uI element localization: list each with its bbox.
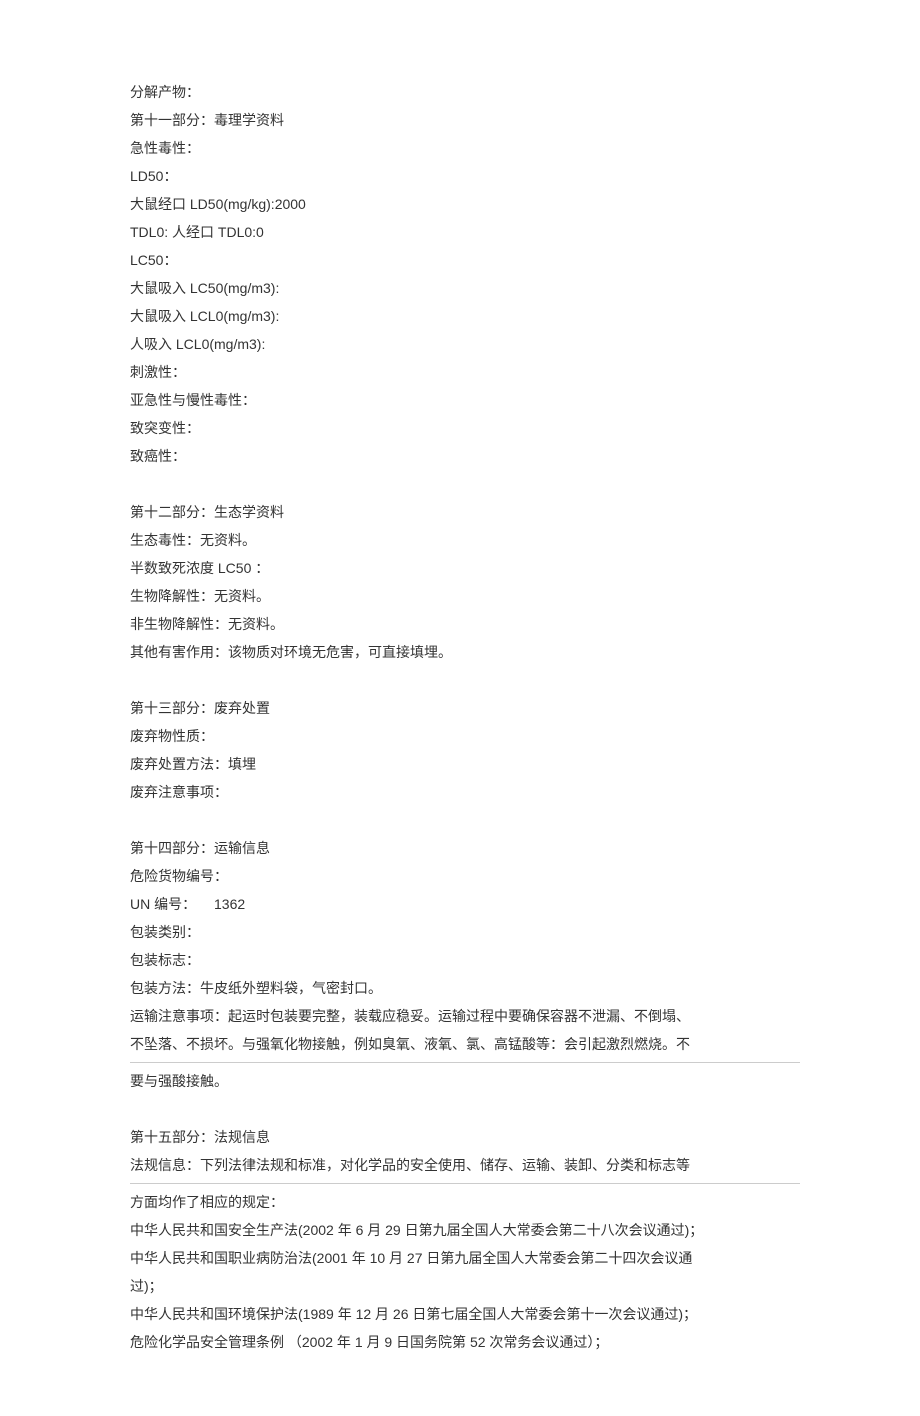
decomposition-products: 分解产物： xyxy=(130,78,800,106)
section15-title: 第十五部分：法规信息 xyxy=(130,1123,800,1151)
packaging-method: 包装方法：牛皮纸外塑料袋，气密封口。 xyxy=(130,974,800,1002)
other-harmful: 其他有害作用：该物质对环境无危害，可直接填埋。 xyxy=(130,638,800,666)
law-occupational-disease-2: 过)； xyxy=(130,1272,800,1300)
disposal-precautions: 废弃注意事项： xyxy=(130,778,800,806)
human-inhale-lcl0: 人吸入 LCL0(mg/m3): xyxy=(130,330,800,358)
section14-title: 第十四部分：运输信息 xyxy=(130,834,800,862)
mutagenicity: 致突变性： xyxy=(130,414,800,442)
tdl0: TDL0: 人经口 TDL0:0 xyxy=(130,218,800,246)
transport-precautions-2: 不坠落、不损坏。与强氧化物接触，例如臭氧、液氧、氯、高锰酸等：会引起激烈燃烧。不 xyxy=(130,1030,800,1058)
ecotoxicity: 生态毒性：无资料。 xyxy=(130,526,800,554)
transport-precautions-3: 要与强酸接触。 xyxy=(130,1067,800,1095)
acute-toxicity: 急性毒性： xyxy=(130,134,800,162)
un-number: UN 编号： 1362 xyxy=(130,890,800,918)
non-biodegradability: 非生物降解性：无资料。 xyxy=(130,610,800,638)
irritation: 刺激性： xyxy=(130,358,800,386)
biodegradability: 生物降解性：无资料。 xyxy=(130,582,800,610)
law-occupational-disease-1: 中华人民共和国职业病防治法(2001 年 10 月 27 日第九届全国人大常委会… xyxy=(130,1244,800,1272)
packaging-label: 包装标志： xyxy=(130,946,800,974)
lc50-median: 半数致死浓度 LC50 ： xyxy=(130,554,800,582)
disposal-method: 废弃处置方法：填埋 xyxy=(130,750,800,778)
law-environmental-protection: 中华人民共和国环境保护法(1989 年 12 月 26 日第七届全国人大常委会第… xyxy=(130,1300,800,1328)
ld50-label: LD50： xyxy=(130,162,800,190)
law-safety-production: 中华人民共和国安全生产法(2002 年 6 月 29 日第九届全国人大常委会第二… xyxy=(130,1216,800,1244)
dangerous-goods-no: 危险货物编号： xyxy=(130,862,800,890)
regulatory-info-2: 方面均作了相应的规定： xyxy=(130,1188,800,1216)
rat-oral-ld50: 大鼠经口 LD50(mg/kg):2000 xyxy=(130,190,800,218)
section12-title: 第十二部分：生态学资料 xyxy=(130,498,800,526)
subacute-chronic: 亚急性与慢性毒性： xyxy=(130,386,800,414)
carcinogenicity: 致癌性： xyxy=(130,442,800,470)
section13-title: 第十三部分：废弃处置 xyxy=(130,694,800,722)
section11-title: 第十一部分：毒理学资料 xyxy=(130,106,800,134)
regulatory-info-1: 法规信息：下列法律法规和标准，对化学品的安全使用、储存、运输、装卸、分类和标志等 xyxy=(130,1151,800,1179)
waste-nature: 废弃物性质： xyxy=(130,722,800,750)
lc50-label: LC50： xyxy=(130,246,800,274)
law-hazardous-chemicals: 危险化学品安全管理条例 （2002 年 1 月 9 日国务院第 52 次常务会议… xyxy=(130,1328,800,1356)
rat-inhale-lcl0: 大鼠吸入 LCL0(mg/m3): xyxy=(130,302,800,330)
packaging-category: 包装类别： xyxy=(130,918,800,946)
rat-inhale-lc50: 大鼠吸入 LC50(mg/m3): xyxy=(130,274,800,302)
transport-precautions-1: 运输注意事项：起运时包装要完整，装载应稳妥。运输过程中要确保容器不泄漏、不倒塌、 xyxy=(130,1002,800,1030)
